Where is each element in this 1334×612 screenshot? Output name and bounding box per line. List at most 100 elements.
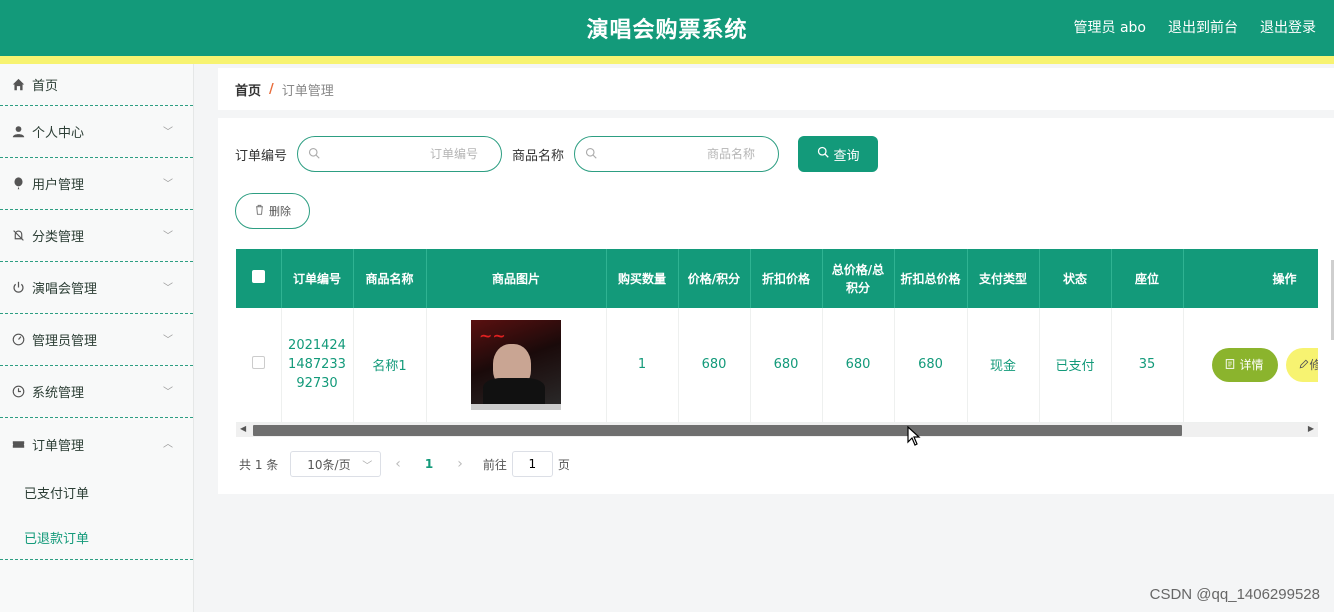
chevron-down-icon: ﹀ xyxy=(163,126,173,138)
column-header: 订单编号 xyxy=(281,249,354,308)
column-header: 商品名称 xyxy=(353,249,427,308)
sidebar-subitem-refunded-orders[interactable]: 已退款订单 xyxy=(0,515,193,560)
status-cell: 已支付 xyxy=(1039,308,1112,423)
table-horizontal-scrollbar[interactable]: ◀ ▶ xyxy=(236,423,1318,437)
detail-button[interactable]: 详情 xyxy=(1211,347,1278,382)
current-page-number[interactable]: 1 xyxy=(425,457,433,471)
search-icon xyxy=(585,147,597,162)
edit-button[interactable]: 修 xyxy=(1285,347,1318,382)
sidebar-item-label: 管理员管理 xyxy=(32,334,98,349)
edit-button-label: 修 xyxy=(1309,358,1318,373)
breadcrumb: 首页 / 订单管理 xyxy=(218,68,1334,110)
prev-page-icon[interactable]: ‹ xyxy=(395,456,401,472)
bell-off-icon xyxy=(10,228,26,244)
next-page-icon[interactable]: › xyxy=(457,456,463,472)
order-no-input[interactable] xyxy=(328,147,479,161)
ticket-icon xyxy=(10,436,26,452)
actions-cell: 详情 修 xyxy=(1183,308,1318,423)
pagination: 共 1 条 10条/页 ﹀ ‹ 1 › 前往 页 xyxy=(239,451,570,477)
sidebar-item-orders[interactable]: 订单管理 ︿ xyxy=(0,418,193,470)
product-name-input[interactable] xyxy=(605,147,756,161)
page-suffix: 页 xyxy=(557,457,570,472)
delete-button[interactable]: 删除 xyxy=(235,193,310,229)
chevron-down-icon: ﹀ xyxy=(163,334,173,346)
poster-strip-shape xyxy=(471,403,561,410)
total-price-cell: 680 xyxy=(822,308,895,423)
watermark: CSDN @qq_1406299528 xyxy=(1149,586,1320,603)
sidebar-item-label: 系统管理 xyxy=(32,386,85,401)
home-icon xyxy=(10,77,26,93)
quantity-cell: 1 xyxy=(606,308,679,423)
select-all-checkbox[interactable] xyxy=(251,269,265,283)
sidebar-item-admin[interactable]: 管理员管理 ﹀ xyxy=(0,314,193,366)
chevron-down-icon: ﹀ xyxy=(163,386,173,398)
column-header: 价格/积分 xyxy=(678,249,751,308)
poster-scrawl-icon: ~~ xyxy=(479,325,506,345)
search-icon xyxy=(817,146,829,162)
seat-cell: 35 xyxy=(1111,308,1184,423)
query-button-label: 查询 xyxy=(833,148,860,164)
gauge-icon xyxy=(10,332,26,348)
row-select-cell[interactable] xyxy=(236,308,282,423)
column-header: 支付类型 xyxy=(967,249,1040,308)
product-image-cell: ~~ xyxy=(426,308,607,423)
column-header: 折扣总价格 xyxy=(894,249,968,308)
search-bar: 订单编号 商品名称 查询 xyxy=(235,136,879,172)
goto-page-input[interactable] xyxy=(511,451,553,477)
scroll-left-arrow-icon[interactable]: ◀ xyxy=(240,424,246,433)
price-cell: 680 xyxy=(678,308,751,423)
orders-table: 订单编号 商品名称 商品图片 购买数量 价格/积分 折扣价格 总价格/总积分 折… xyxy=(236,249,1318,423)
sidebar-item-category[interactable]: 分类管理 ﹀ xyxy=(0,210,193,262)
sidebar-item-label: 首页 xyxy=(32,79,59,94)
column-header: 状态 xyxy=(1039,249,1112,308)
mouse-cursor-icon xyxy=(907,425,921,450)
product-name-cell: 名称1 xyxy=(353,308,427,423)
select-all-header[interactable] xyxy=(236,249,282,308)
back-to-front-link[interactable]: 退出到前台 xyxy=(1168,17,1238,37)
product-name-search-box xyxy=(574,136,780,172)
main-panel: 订单编号 商品名称 查询 删除 xyxy=(218,118,1334,494)
breadcrumb-separator: / xyxy=(269,81,274,97)
top-header: 演唱会购票系统 管理员 abo 退出到前台 退出登录 xyxy=(0,0,1334,56)
sidebar-item-label: 分类管理 xyxy=(32,230,85,245)
sidebar-item-label: 订单管理 xyxy=(32,438,85,454)
row-checkbox[interactable] xyxy=(251,356,265,370)
user-icon xyxy=(10,124,26,140)
sidebar: 首页 个人中心 ﹀ 用户管理 ﹀ 分类管理 ﹀ 演唱会管理 ﹀ 管理员管理 ﹀ xyxy=(0,64,194,612)
logout-link[interactable]: 退出登录 xyxy=(1260,17,1316,37)
sidebar-item-users[interactable]: 用户管理 ﹀ xyxy=(0,158,193,210)
sidebar-item-profile[interactable]: 个人中心 ﹀ xyxy=(0,106,193,158)
admin-label: 管理员 abo xyxy=(1073,20,1146,36)
chevron-down-icon: ﹀ xyxy=(163,230,173,242)
header-links: 管理员 abo 退出到前台 退出登录 xyxy=(1074,17,1316,37)
sidebar-item-label: 用户管理 xyxy=(32,178,85,193)
column-header: 折扣价格 xyxy=(750,249,823,308)
sidebar-item-system[interactable]: 系统管理 ﹀ xyxy=(0,366,193,418)
order-no-label: 订单编号 xyxy=(235,148,288,164)
scrollbar-thumb[interactable] xyxy=(253,425,1182,436)
table-row: 20214241487233 92730 名称1 ~~ 1 680 680 68… xyxy=(236,308,1318,423)
sidebar-subitem-paid-orders[interactable]: 已支付订单 xyxy=(0,470,193,515)
column-header: 商品图片 xyxy=(426,249,607,308)
sidebar-item-home[interactable]: 首页 xyxy=(0,64,193,106)
sidebar-item-concert[interactable]: 演唱会管理 ﹀ xyxy=(0,262,193,314)
breadcrumb-home[interactable]: 首页 xyxy=(235,80,261,99)
sidebar-item-label: 演唱会管理 xyxy=(32,282,98,297)
page-size-select[interactable]: 10条/页 ﹀ xyxy=(290,451,382,477)
power-icon xyxy=(10,280,26,296)
product-image[interactable]: ~~ xyxy=(471,319,561,410)
orders-table-wrapper: 订单编号 商品名称 商品图片 购买数量 价格/积分 折扣价格 总价格/总积分 折… xyxy=(236,249,1318,439)
chevron-down-icon: ﹀ xyxy=(163,282,173,294)
row-actions: 详情 修 xyxy=(1188,347,1318,382)
edit-icon xyxy=(1299,358,1309,372)
chevron-up-icon: ︿ xyxy=(163,439,173,450)
document-icon xyxy=(1225,358,1235,372)
query-button[interactable]: 查询 xyxy=(798,136,879,172)
scroll-right-arrow-icon[interactable]: ▶ xyxy=(1308,424,1314,433)
column-header: 总价格/总积分 xyxy=(822,249,895,308)
header-accent-bar xyxy=(0,56,1334,64)
delete-button-label: 删除 xyxy=(269,205,291,218)
product-name-label: 商品名称 xyxy=(512,148,565,164)
pay-type-cell: 现金 xyxy=(967,308,1040,423)
column-header: 座位 xyxy=(1111,249,1184,308)
